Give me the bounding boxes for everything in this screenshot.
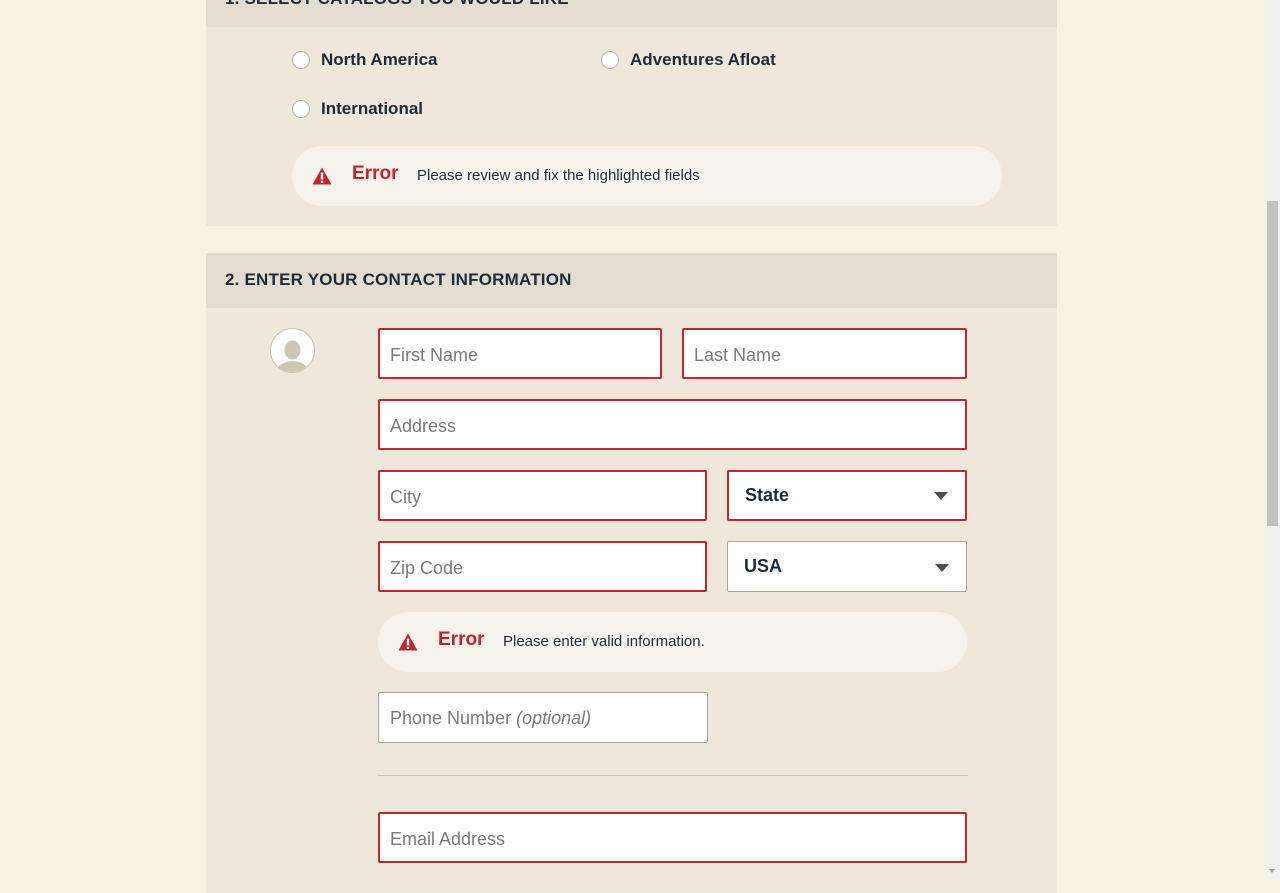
chevron-down-icon xyxy=(935,564,949,572)
catalog-selection-section: 1. SELECT CATALOGS YOU WOULD LIKE North … xyxy=(206,0,1057,226)
vertical-scrollbar[interactable] xyxy=(1265,0,1280,879)
radio-button[interactable] xyxy=(292,51,310,69)
state-select[interactable]: State xyxy=(727,470,967,521)
first-name-field[interactable] xyxy=(378,328,662,379)
contact-error-banner: Error Please enter valid information. xyxy=(378,612,967,672)
divider xyxy=(378,775,968,776)
scrollbar-thumb[interactable] xyxy=(1267,201,1278,526)
state-select-value: State xyxy=(745,485,790,505)
last-name-input[interactable] xyxy=(684,330,965,377)
radio-label: North America xyxy=(321,50,438,69)
error-title: Error xyxy=(352,163,399,184)
email-input[interactable] xyxy=(380,814,965,861)
warning-icon xyxy=(398,633,418,651)
warning-icon xyxy=(312,167,332,185)
phone-optional-hint: (optional) xyxy=(516,708,592,728)
first-name-input[interactable] xyxy=(380,330,660,377)
section-title-catalogs: 1. SELECT CATALOGS YOU WOULD LIKE xyxy=(225,0,569,9)
radio-international[interactable]: International xyxy=(292,99,423,119)
radio-label: Adventures Afloat xyxy=(630,50,776,69)
phone-number-field[interactable]: Phone Number (optional) xyxy=(378,692,708,743)
phone-placeholder-label: Phone Number xyxy=(390,708,512,728)
error-message: Please enter valid information. xyxy=(503,633,705,650)
radio-button[interactable] xyxy=(601,51,619,69)
country-select-value: USA xyxy=(744,556,783,576)
section-header-contact: 2. ENTER YOUR CONTACT INFORMATION xyxy=(206,253,1057,308)
section-title-contact: 2. ENTER YOUR CONTACT INFORMATION xyxy=(225,270,572,289)
error-title: Error xyxy=(438,629,485,650)
radio-label: International xyxy=(321,99,424,118)
zip-code-input[interactable] xyxy=(380,543,705,590)
phone-placeholder: Phone Number (optional) xyxy=(390,708,591,729)
last-name-field[interactable] xyxy=(682,328,967,379)
zip-code-field[interactable] xyxy=(378,541,707,592)
catalog-error-banner: Error Please review and fix the highligh… xyxy=(292,146,1002,206)
section-header-catalogs: 1. SELECT CATALOGS YOU WOULD LIKE xyxy=(206,0,1057,27)
scroll-down-arrow-icon[interactable] xyxy=(1269,869,1275,873)
error-message: Please review and fix the highlighted fi… xyxy=(417,167,700,184)
country-select[interactable]: USA xyxy=(727,541,967,592)
chevron-down-icon xyxy=(934,492,948,500)
contact-info-section: 2. ENTER YOUR CONTACT INFORMATION State … xyxy=(206,253,1057,893)
city-input[interactable] xyxy=(380,472,705,519)
radio-north-america[interactable]: North America xyxy=(292,50,438,70)
radio-adventures-afloat[interactable]: Adventures Afloat xyxy=(601,50,776,70)
radio-button[interactable] xyxy=(292,100,310,118)
address-input[interactable] xyxy=(380,401,965,448)
email-field[interactable] xyxy=(378,812,967,863)
user-avatar-icon xyxy=(270,328,315,373)
city-field[interactable] xyxy=(378,470,707,521)
address-field[interactable] xyxy=(378,399,967,450)
